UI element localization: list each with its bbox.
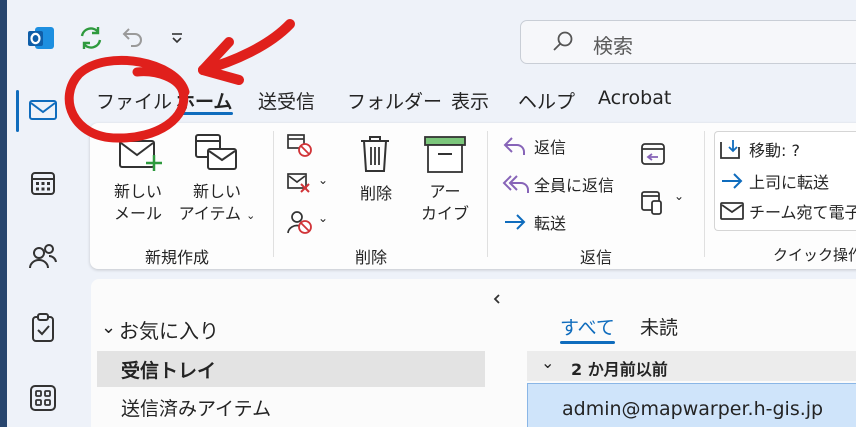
annotation-circle-arrow	[64, 19, 295, 143]
background-window-edge	[0, 0, 7, 427]
outlook-window: 検索 ファイル ホーム 送受信 フォルダー 表示 ヘルプ Acrobat 新しい…	[7, 0, 856, 427]
